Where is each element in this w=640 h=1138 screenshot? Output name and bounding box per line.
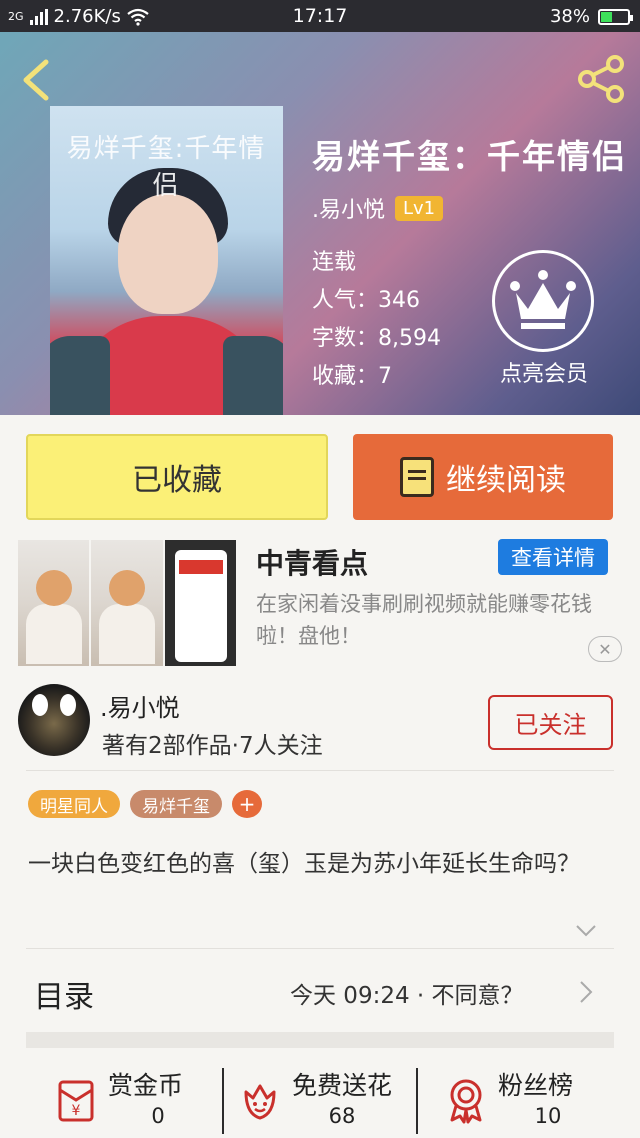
- tag-chip[interactable]: 易烊千玺: [130, 790, 222, 818]
- battery-percent: 38%: [549, 6, 590, 27]
- favorited-label: 已收藏: [132, 463, 222, 498]
- svg-text:¥: ¥: [72, 1103, 81, 1119]
- add-tag-button[interactable]: +: [232, 790, 262, 818]
- continue-reading-label: 继续阅读: [446, 463, 566, 498]
- favorited-button[interactable]: 已收藏: [26, 434, 328, 520]
- author-card[interactable]: .易小悦 著有2部作品·7人关注 已关注: [0, 680, 640, 770]
- medal-icon: [450, 1079, 482, 1124]
- tag-chip[interactable]: 明星同人: [28, 790, 120, 818]
- book-info: 易烊千玺：千年情侣 .易小悦 Lv1 连载 人气：346 字数：8,594 收藏…: [312, 130, 627, 389]
- battery-icon: [598, 8, 633, 25]
- battery-fill: [601, 11, 612, 22]
- divider: [26, 770, 614, 771]
- stat-value: 68: [328, 1104, 356, 1128]
- book-icon: [400, 457, 434, 497]
- book-word-count: 字数：8,594: [312, 326, 441, 351]
- continue-reading-button[interactable]: 继续阅读: [353, 434, 613, 520]
- reward-coins-button[interactable]: ¥ 赏金币 0: [52, 1058, 212, 1138]
- catalog-label: 目录: [34, 980, 94, 1015]
- follow-button[interactable]: 已关注: [488, 695, 613, 750]
- status-bar: 2G 2.76K/s 17:17 38%: [0, 0, 640, 32]
- book-author[interactable]: .易小悦 Lv1: [312, 192, 444, 224]
- tag-list: 明星同人 易烊千玺 +: [28, 790, 262, 818]
- vip-label: 点亮会员: [499, 362, 588, 387]
- divider: [222, 1068, 224, 1134]
- stats-bar: ¥ 赏金币 0 免费送花 68 粉丝榜 10: [0, 1058, 640, 1138]
- catalog-update: 今天 09:24 · 不同意？: [290, 983, 524, 1009]
- divider: [26, 948, 614, 949]
- ad-thumbnails: [18, 540, 236, 666]
- stat-label: 粉丝榜: [498, 1071, 574, 1100]
- send-flowers-button[interactable]: 免费送花 68: [236, 1058, 416, 1138]
- catalog-row[interactable]: 目录 今天 09:24 · 不同意？: [0, 950, 640, 1032]
- book-title: 易烊千玺：千年情侣: [312, 137, 627, 176]
- stat-value: 0: [151, 1104, 165, 1128]
- ad-detail-button[interactable]: 查看详情: [498, 539, 608, 575]
- share-icon[interactable]: [576, 54, 626, 104]
- ad-title: 中青看点: [256, 547, 369, 580]
- fan-ranking-button[interactable]: 粉丝榜 10: [442, 1058, 602, 1138]
- divider: [416, 1068, 418, 1134]
- book-header: 易烊千玺:千年情侣 易烊千玺：千年情侣 .易小悦 Lv1 连载 人气：346 字…: [0, 32, 640, 415]
- chevron-down-icon[interactable]: [575, 924, 597, 938]
- red-envelope-icon: ¥: [58, 1080, 94, 1122]
- book-popularity: 人气：346: [312, 288, 420, 313]
- flower-icon: [244, 1084, 276, 1120]
- author-name: .易小悦: [312, 198, 385, 223]
- author-card-meta: 著有2部作品·7人关注: [102, 733, 323, 759]
- book-summary: 一块白色变红色的喜（玺）玉是为苏小年延长生命吗？: [28, 851, 580, 877]
- section-separator: [26, 1032, 614, 1048]
- back-icon[interactable]: [18, 58, 54, 102]
- cover-title: 易烊千玺:千年情侣: [66, 134, 266, 201]
- avatar[interactable]: [18, 684, 90, 756]
- stat-value: 10: [534, 1104, 562, 1128]
- book-status: 连载: [312, 250, 357, 275]
- stat-label: 赏金币: [108, 1071, 184, 1100]
- ad-close-button[interactable]: ✕: [588, 636, 622, 662]
- book-favorites: 收藏：7: [312, 364, 392, 389]
- clock: 17:17: [292, 5, 348, 27]
- ad-description: 在家闲着没事刷刷视频就能赚零花钱啦！盘他！: [256, 592, 592, 648]
- author-card-name: .易小悦: [100, 694, 180, 722]
- vip-button[interactable]: 点亮会员: [492, 250, 596, 388]
- book-cover[interactable]: 易烊千玺:千年情侣: [50, 106, 283, 415]
- level-badge: Lv1: [395, 195, 444, 221]
- crown-icon: [510, 270, 576, 329]
- ad-banner[interactable]: 中青看点 查看详情 在家闲着没事刷刷视频就能赚零花钱啦！盘他！ ✕: [0, 532, 640, 672]
- stat-label: 免费送花: [292, 1071, 393, 1100]
- chevron-right-icon: [580, 981, 593, 1003]
